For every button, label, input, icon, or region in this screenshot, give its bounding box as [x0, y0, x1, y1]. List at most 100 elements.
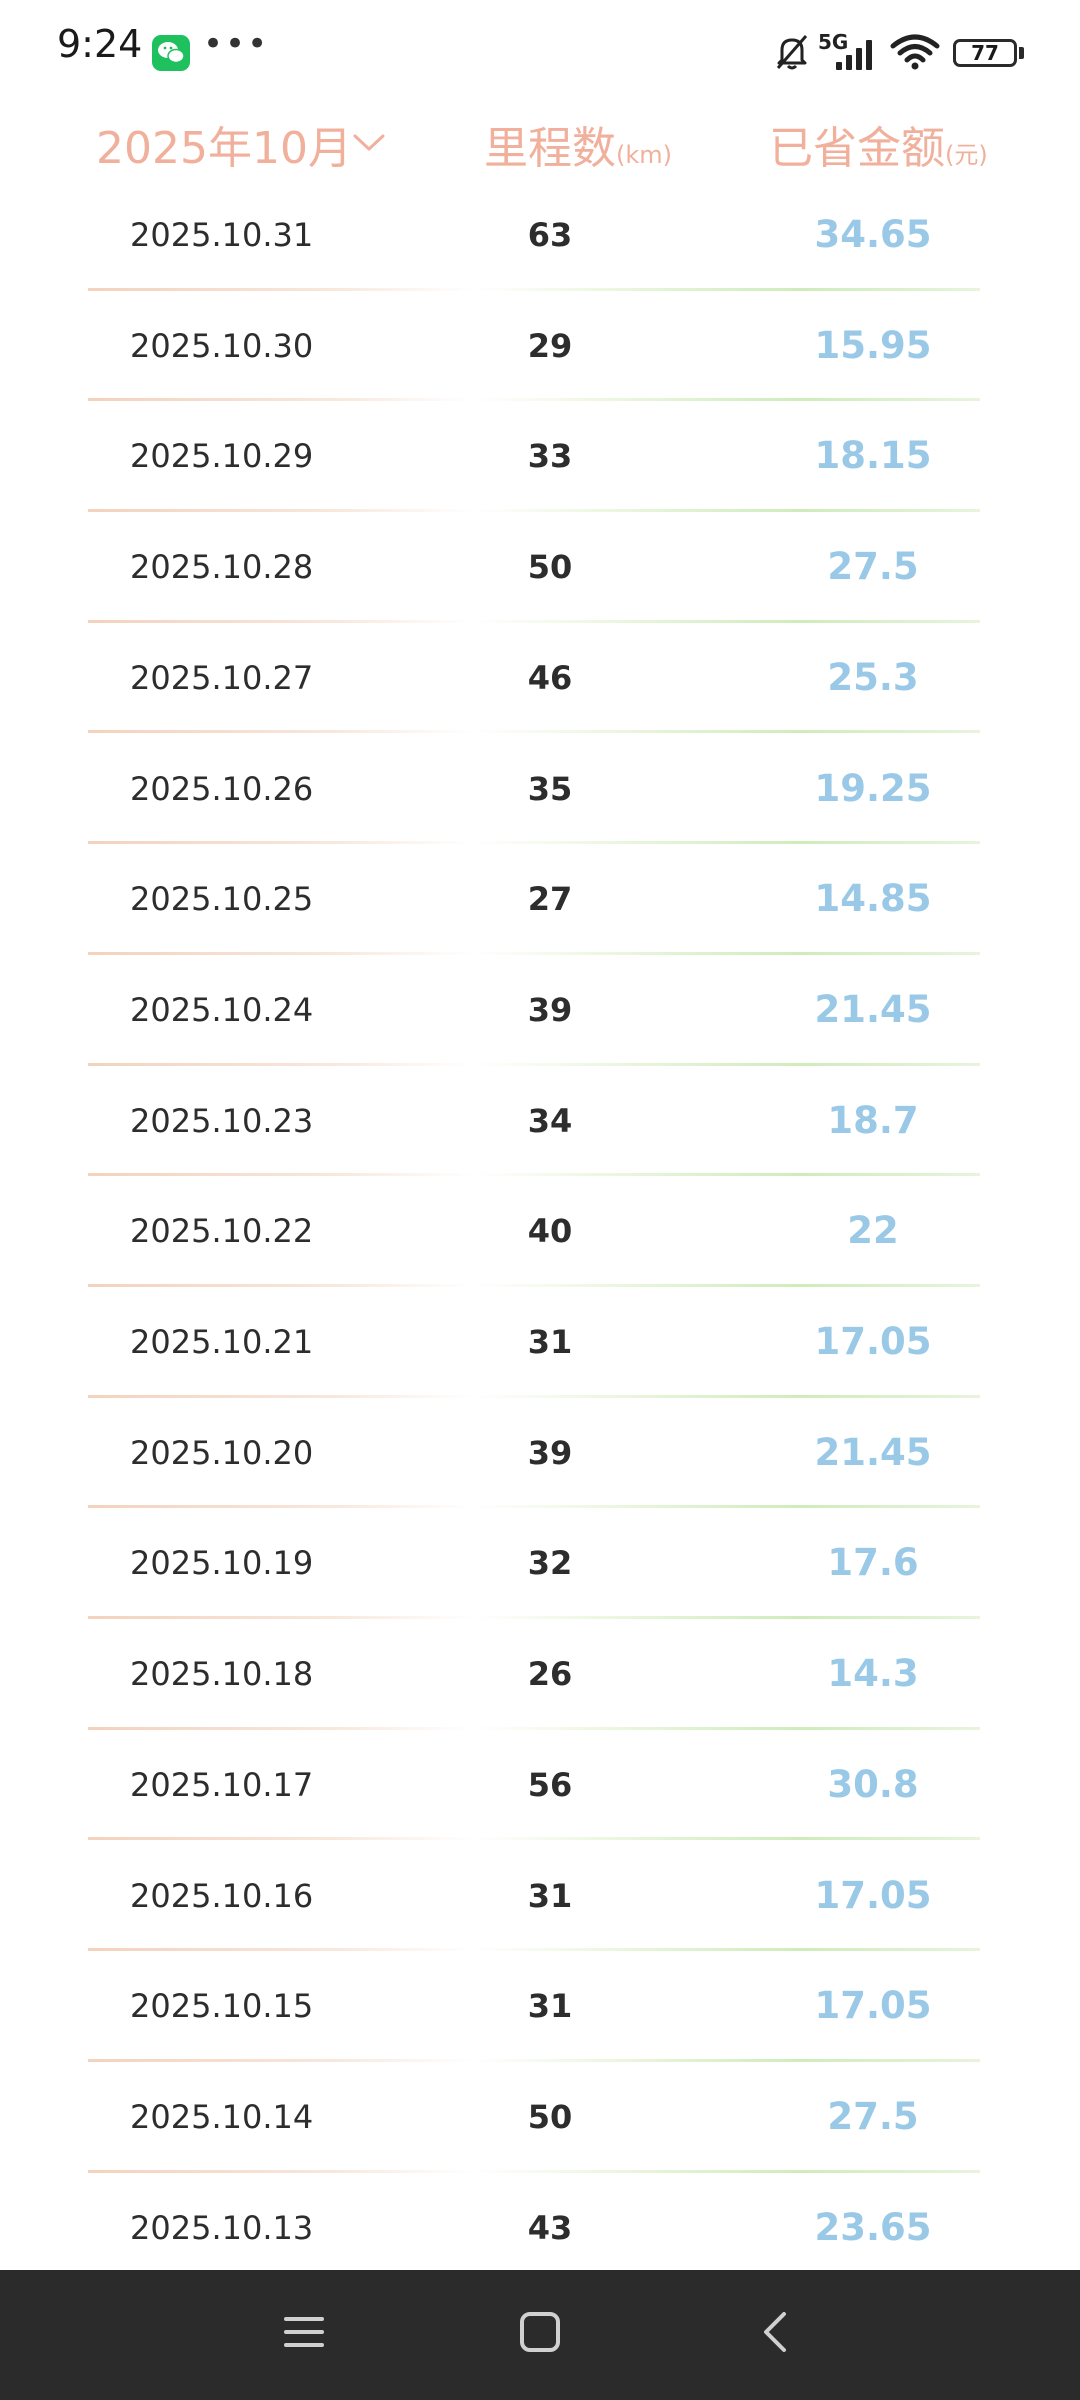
table-row[interactable]: 2025.10.26 35 19.25 — [0, 734, 1080, 845]
row-date: 2025.10.19 — [130, 1544, 314, 1583]
row-mileage: 33 — [527, 437, 573, 476]
mute-icon — [772, 32, 812, 76]
row-date: 2025.10.29 — [130, 437, 314, 476]
row-mileage: 34 — [527, 1101, 573, 1140]
row-saved-amount: 17.05 — [814, 1984, 932, 2028]
status-time: 9:24 — [57, 22, 143, 66]
table-row[interactable]: 2025.10.30 29 15.95 — [0, 291, 1080, 402]
mileage-title: 里程数 — [484, 123, 616, 174]
row-date: 2025.10.24 — [130, 990, 314, 1029]
row-mileage: 31 — [527, 1323, 573, 1361]
row-date: 2025.10.23 — [130, 1101, 314, 1140]
table-row[interactable]: 2025.10.17 56 30.8 — [0, 1730, 1080, 1841]
table-row[interactable]: 2025.10.20 39 21.45 — [0, 1398, 1080, 1509]
table-row[interactable]: 2025.10.14 50 27.5 — [0, 2062, 1080, 2173]
row-mileage: 40 — [527, 1212, 573, 1251]
row-saved-amount: 18.7 — [827, 1098, 919, 1142]
row-mileage: 63 — [527, 216, 573, 254]
row-mileage: 50 — [527, 2097, 573, 2136]
row-mileage: 56 — [527, 1765, 573, 1804]
navigation-bar — [0, 2270, 1080, 2400]
row-mileage: 39 — [527, 1433, 573, 1472]
row-date: 2025.10.17 — [130, 1765, 314, 1804]
mileage-unit: (km) — [616, 141, 673, 169]
table-row[interactable]: 2025.10.25 27 14.85 — [0, 844, 1080, 955]
row-saved-amount: 18.15 — [814, 434, 932, 478]
status-bar: 9:24 ••• 5G 77 — [0, 0, 1080, 100]
table-row[interactable]: 2025.10.22 40 22 — [0, 1176, 1080, 1287]
row-date: 2025.10.28 — [130, 548, 314, 587]
row-mileage: 39 — [527, 990, 573, 1029]
row-date: 2025.10.16 — [130, 1876, 314, 1915]
chevron-down-icon[interactable] — [352, 132, 386, 158]
row-mileage: 27 — [527, 880, 573, 919]
row-saved-amount: 17.05 — [814, 1873, 932, 1917]
table-row[interactable]: 2025.10.16 31 17.05 — [0, 1841, 1080, 1952]
table-row[interactable]: 2025.10.24 39 21.45 — [0, 955, 1080, 1066]
row-date: 2025.10.18 — [130, 1655, 314, 1694]
row-date: 2025.10.21 — [130, 1323, 314, 1361]
row-date: 2025.10.26 — [130, 769, 314, 808]
battery-level-text: 77 — [971, 41, 999, 65]
saved-column-header: 已省金额(元) — [769, 112, 988, 176]
table-row[interactable]: 2025.10.19 32 17.6 — [0, 1508, 1080, 1620]
row-saved-amount: 14.3 — [827, 1652, 919, 1696]
record-list[interactable]: 2025.10.31 63 34.65 2025.10.30 29 15.95 2025.1… — [0, 180, 1080, 2270]
signal-icon — [836, 38, 880, 74]
row-date: 2025.10.20 — [130, 1433, 314, 1472]
table-row[interactable]: 2025.10.31 63 34.65 — [0, 180, 1080, 291]
row-date: 2025.10.15 — [130, 1987, 314, 2026]
row-date: 2025.10.13 — [130, 2208, 314, 2247]
row-mileage: 26 — [527, 1655, 573, 1694]
row-mileage: 43 — [527, 2208, 573, 2247]
row-mileage: 29 — [527, 326, 573, 365]
wechat-icon — [152, 35, 190, 71]
row-saved-amount: 21.45 — [814, 987, 932, 1031]
home-icon[interactable] — [518, 2310, 562, 2358]
table-row[interactable]: 2025.10.28 50 27.5 — [0, 512, 1080, 623]
table-row[interactable]: 2025.10.15 31 17.05 — [0, 1951, 1080, 2062]
menu-icon[interactable] — [282, 2310, 326, 2358]
row-saved-amount: 15.95 — [814, 323, 932, 367]
back-icon[interactable] — [754, 2310, 798, 2358]
table-row[interactable]: 2025.10.27 46 25.3 — [0, 623, 1080, 734]
row-saved-amount: 27.5 — [827, 2094, 919, 2138]
table-row[interactable]: 2025.10.13 43 23.65 — [0, 2173, 1080, 2270]
table-header: 2025年10月 里程数(km) 已省金额(元) — [0, 100, 1080, 190]
row-saved-amount: 17.6 — [827, 1541, 919, 1585]
row-saved-amount: 34.65 — [814, 213, 932, 256]
row-date: 2025.10.30 — [130, 326, 314, 365]
row-date: 2025.10.25 — [130, 880, 314, 919]
row-saved-amount: 23.65 — [814, 2205, 932, 2249]
mileage-column-header: 里程数(km) — [484, 112, 672, 176]
month-label: 2025年10月 — [96, 123, 352, 174]
row-saved-amount: 19.25 — [814, 766, 932, 810]
row-saved-amount: 27.5 — [827, 545, 919, 589]
table-row[interactable]: 2025.10.29 33 18.15 — [0, 401, 1080, 513]
saved-title: 已省金额 — [769, 123, 945, 174]
row-mileage: 32 — [527, 1544, 573, 1583]
row-mileage: 35 — [527, 769, 573, 808]
battery-icon: 77 — [953, 39, 1017, 67]
row-mileage: 50 — [527, 548, 573, 587]
row-date: 2025.10.31 — [130, 216, 314, 254]
row-saved-amount: 30.8 — [827, 1762, 919, 1806]
wifi-icon — [890, 34, 940, 74]
row-saved-amount: 25.3 — [827, 655, 919, 699]
table-row[interactable]: 2025.10.23 34 18.7 — [0, 1066, 1080, 1177]
saved-unit: (元) — [945, 141, 988, 169]
row-saved-amount: 17.05 — [814, 1320, 932, 1363]
table-row[interactable]: 2025.10.18 26 14.3 — [0, 1619, 1080, 1730]
row-mileage: 46 — [527, 658, 573, 697]
row-saved-amount: 21.45 — [814, 1430, 932, 1474]
battery-cap — [1019, 47, 1024, 59]
more-dots-icon: ••• — [203, 24, 270, 64]
table-row[interactable]: 2025.10.21 31 17.05 — [0, 1287, 1080, 1398]
row-saved-amount: 14.85 — [814, 877, 932, 921]
row-mileage: 31 — [527, 1876, 573, 1915]
row-date: 2025.10.14 — [130, 2097, 314, 2136]
month-picker[interactable]: 2025年10月 — [96, 112, 352, 176]
row-saved-amount: 22 — [847, 1209, 899, 1253]
row-date: 2025.10.22 — [130, 1212, 314, 1251]
row-mileage: 31 — [527, 1987, 573, 2026]
